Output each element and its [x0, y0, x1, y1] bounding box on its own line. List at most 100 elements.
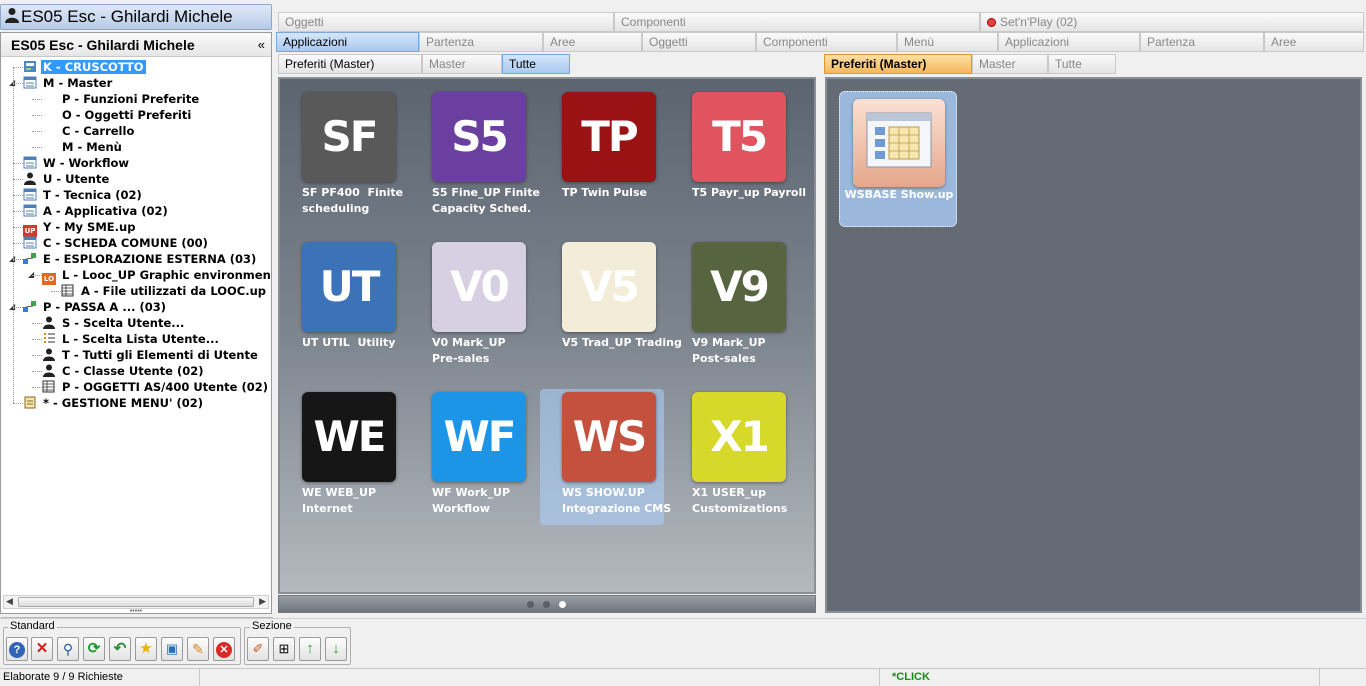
status-bar: Elaborate 9 / 9 Richieste *CLICK: [0, 668, 1366, 686]
edit-button[interactable]: ✎: [187, 637, 209, 661]
tree-item[interactable]: C - Carrello: [42, 123, 136, 139]
app-tile-s5[interactable]: S5 S5 Fine_UP Finite Capacity Sched.: [410, 89, 540, 225]
tree-item[interactable]: * - GESTIONE MENU' (02): [23, 395, 205, 411]
back-button[interactable]: ↶: [109, 637, 131, 661]
tree-item[interactable]: C - SCHEDA COMUNE (00): [23, 235, 210, 251]
app-tile-we[interactable]: WE WE WEB_UP Internet: [280, 389, 404, 525]
tree-item[interactable]: LO L - Looc_UP Graphic environment: [42, 267, 271, 285]
network-icon: [23, 252, 37, 265]
tab-partenza[interactable]: Partenza: [419, 32, 543, 52]
page-dot[interactable]: [559, 601, 566, 608]
tab-label: Preferiti (Master): [831, 57, 927, 71]
tab-master[interactable]: Master: [422, 54, 502, 74]
page-dot[interactable]: [543, 601, 550, 608]
section-select-button[interactable]: ⊞: [273, 637, 295, 661]
tab-preferiti-master[interactable]: Preferiti (Master): [278, 54, 422, 74]
move-up-button[interactable]: ↑: [299, 637, 321, 661]
tree-item[interactable]: K - CRUSCOTTO: [23, 59, 146, 75]
tab-aree[interactable]: Aree: [543, 32, 642, 52]
tree-item[interactable]: M - Master: [23, 75, 114, 91]
tree-item-label: K - CRUSCOTTO: [41, 60, 146, 74]
save-icon: ▣: [165, 641, 179, 656]
tree-item-label: A - File utilizzati da LOOC.up: [81, 284, 267, 298]
help-button[interactable]: ?: [6, 637, 28, 661]
tree-item-label: C - Classe Utente (02): [62, 364, 204, 378]
tree-item[interactable]: E - ESPLORAZIONE ESTERNA (03): [23, 251, 258, 267]
app-tile-ws[interactable]: WS WS SHOW.UP Integrazione CMS: [540, 389, 671, 525]
app-code-icon: WF: [432, 392, 526, 482]
app-tile-ut[interactable]: UT UT UTIL Utility: [280, 239, 404, 375]
tree-item[interactable]: T - Tecnica (02): [23, 187, 144, 203]
tab-tutte[interactable]: Tutte: [502, 54, 570, 74]
tab-menu[interactable]: Menù: [897, 32, 998, 52]
favorite-button[interactable]: ★: [135, 637, 157, 661]
tab-master-right[interactable]: Master: [972, 54, 1048, 74]
close-button[interactable]: ✕: [31, 637, 53, 661]
tree-item[interactable]: P - Funzioni Preferite: [42, 91, 201, 107]
save-button[interactable]: ▣: [161, 637, 183, 661]
clipboard-icon: [23, 396, 37, 409]
tab-applicazioni[interactable]: Applicazioni: [276, 32, 419, 52]
tree-item-label: L - Scelta Lista Utente...: [62, 332, 219, 346]
app-label: V5 Trad_UP Trading: [562, 336, 682, 349]
tree-connector: [32, 323, 42, 324]
tab-applicazioni-2[interactable]: Applicazioni: [998, 32, 1140, 52]
splitter-grip[interactable]: •••••: [1, 608, 271, 615]
tree-item[interactable]: C - Classe Utente (02): [42, 363, 206, 379]
tab-row-3-left: Preferiti (Master) Master Tutte: [278, 54, 818, 74]
favorite-tile-wsbase[interactable]: WSBASE Show.up: [839, 91, 957, 227]
app-tile-v5[interactable]: V5 V5 Trad_UP Trading: [540, 239, 682, 375]
tab-oggetti-top[interactable]: Oggetti: [278, 12, 614, 32]
tree-connector: [13, 307, 23, 308]
tab-preferiti-master-right[interactable]: Preferiti (Master): [824, 54, 972, 74]
tab-partenza-2[interactable]: Partenza: [1140, 32, 1264, 52]
tree-item[interactable]: M - Menù: [42, 139, 124, 155]
tree-connector: [32, 387, 42, 388]
app-tile-tp[interactable]: TP TP Twin Pulse: [540, 89, 664, 225]
tree-item[interactable]: UP Y - My SME.up: [23, 219, 137, 237]
app-tile-v9[interactable]: V9 V9 Mark_UP Post-sales: [670, 239, 794, 375]
tab-componenti-top[interactable]: Componenti: [614, 12, 980, 32]
tree-item[interactable]: P - OGGETTI AS/400 Utente (02): [42, 379, 270, 395]
tree-item[interactable]: L - Scelta Lista Utente...: [42, 331, 221, 347]
tab-componenti[interactable]: Componenti: [756, 32, 897, 52]
tab-tutte-right[interactable]: Tutte: [1048, 54, 1116, 74]
tab-label: Partenza: [1147, 35, 1196, 49]
lo-badge-icon: LO: [42, 269, 56, 285]
page-dot[interactable]: [527, 601, 534, 608]
app-tile-t5[interactable]: T5 T5 Payr_up Payroll: [670, 89, 806, 225]
app-tile-x1[interactable]: X1 X1 USER_up Customizations: [670, 389, 794, 525]
section-edit-button[interactable]: ✐: [247, 637, 269, 661]
tree-item-label: A - Applicativa (02): [43, 204, 168, 218]
tab-aree-2[interactable]: Aree: [1264, 32, 1364, 52]
app-label: SF PF400 Finite scheduling: [302, 186, 404, 215]
horizontal-scrollbar[interactable]: ◀ ▶: [3, 595, 269, 609]
tree-item[interactable]: A - Applicativa (02): [23, 203, 170, 219]
arrow-down-icon: ↓: [332, 640, 340, 657]
tree-item[interactable]: P - PASSA A ... (03): [23, 299, 168, 315]
tree-item[interactable]: S - Scelta Utente...: [42, 315, 186, 331]
move-down-button[interactable]: ↓: [325, 637, 347, 661]
search-button[interactable]: ⚲: [57, 637, 79, 661]
scroll-left-icon[interactable]: ◀: [6, 596, 13, 607]
collapse-panel-button[interactable]: «: [258, 33, 265, 57]
tree-item[interactable]: O - Oggetti Preferiti: [42, 107, 193, 123]
tab-oggetti[interactable]: Oggetti: [642, 32, 756, 52]
tree-item[interactable]: A - File utilizzati da LOOC.up: [61, 283, 268, 299]
tree-item[interactable]: T - Tutti gli Elementi di Utente: [42, 347, 260, 363]
tree-item[interactable]: U - Utente: [23, 171, 111, 187]
app-tile-wf[interactable]: WF WF Work_UP Workflow: [410, 389, 534, 525]
refresh-button[interactable]: ⟳: [83, 637, 105, 661]
close-icon: ✕: [35, 640, 49, 657]
app-label: UT UTIL Utility: [302, 336, 396, 349]
app-tile-sf[interactable]: SF SF PF400 Finite scheduling: [280, 89, 404, 225]
scroll-right-icon[interactable]: ▶: [259, 596, 266, 607]
command-toolbar: Standard ? ✕ ⚲ ⟳ ↶ ★ ▣ ✎ ✕ Sezione ✐ ⊞ ↑…: [0, 618, 1366, 668]
tab-label: Master: [979, 57, 1016, 71]
tree-connector: [13, 83, 23, 84]
tree-item[interactable]: W - Workflow: [23, 155, 131, 171]
app-tile-v0[interactable]: V0 V0 Mark_UP Pre-sales: [410, 239, 534, 375]
stop-button[interactable]: ✕: [213, 637, 235, 661]
scrollbar-thumb[interactable]: [18, 597, 254, 607]
tab-setnplay[interactable]: Set'n'Play (02): [980, 12, 1364, 32]
